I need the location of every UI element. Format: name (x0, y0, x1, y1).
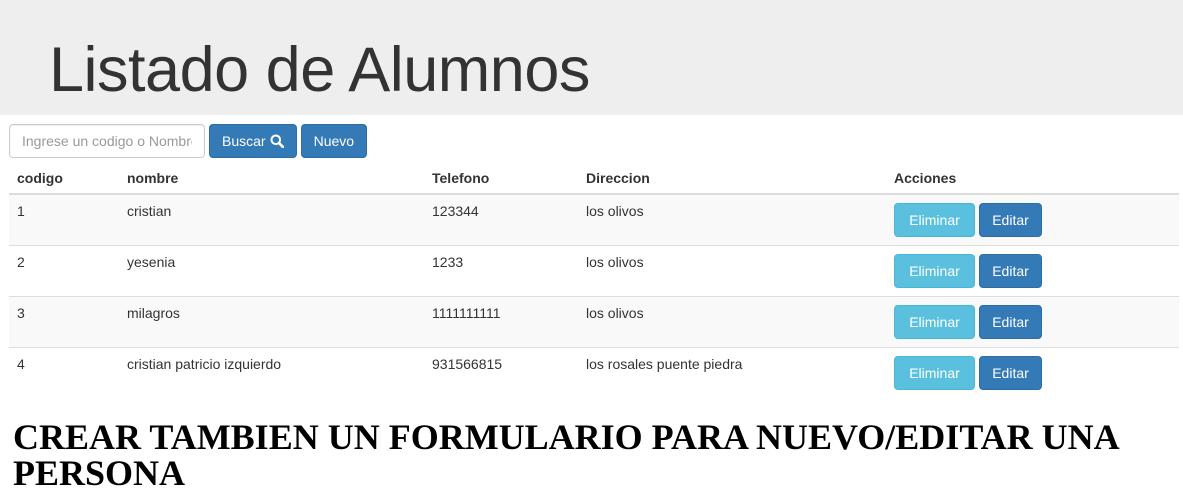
delete-button[interactable]: Eliminar (894, 305, 975, 339)
cell-nombre: yesenia (119, 245, 424, 297)
cell-telefono: 1111111111 (424, 296, 578, 348)
edit-button[interactable]: Editar (979, 356, 1042, 390)
column-header-telefono: Telefono (424, 158, 578, 195)
edit-button[interactable]: Editar (979, 254, 1042, 288)
search-icon (270, 134, 284, 148)
cell-direccion: los olivos (578, 193, 886, 246)
delete-button[interactable]: Eliminar (894, 356, 975, 390)
column-header-direccion: Direccion (578, 158, 886, 195)
cell-direccion: los olivos (578, 296, 886, 348)
cell-nombre: milagros (119, 296, 424, 348)
table-header-row: codigo nombre Telefono Direccion Accione… (9, 158, 1179, 195)
delete-button[interactable]: Eliminar (894, 203, 975, 237)
cell-codigo: 4 (9, 347, 119, 398)
search-button-label: Buscar (222, 133, 266, 149)
cell-acciones: Eliminar Editar (886, 296, 1179, 348)
students-table: codigo nombre Telefono Direccion Accione… (9, 158, 1179, 398)
column-header-acciones: Acciones (886, 158, 1179, 195)
cell-acciones: Eliminar Editar (886, 347, 1179, 398)
note-heading: CREAR TAMBIEN UN FORMULARIO PARA NUEVO/E… (13, 417, 1118, 493)
page-header: Listado de Alumnos (0, 0, 1183, 115)
cell-telefono: 931566815 (424, 347, 578, 398)
cell-codigo: 2 (9, 245, 119, 297)
column-header-nombre: nombre (119, 158, 424, 195)
edit-button[interactable]: Editar (979, 305, 1042, 339)
table-row: 4 cristian patricio izquierdo 931566815 … (9, 347, 1179, 398)
cell-codigo: 1 (9, 193, 119, 246)
cell-telefono: 1233 (424, 245, 578, 297)
delete-button[interactable]: Eliminar (894, 254, 975, 288)
cell-nombre: cristian patricio izquierdo (119, 347, 424, 398)
table-row: 3 milagros 1111111111 los olivos Elimina… (9, 296, 1179, 348)
page-title: Listado de Alumnos (49, 35, 590, 105)
column-header-codigo: codigo (9, 158, 119, 195)
cell-acciones: Eliminar Editar (886, 245, 1179, 297)
table-row: 2 yesenia 1233 los olivos Eliminar Edita… (9, 245, 1179, 297)
cell-direccion: los rosales puente piedra (578, 347, 886, 398)
new-button[interactable]: Nuevo (300, 124, 368, 158)
edit-button[interactable]: Editar (979, 203, 1042, 237)
cell-telefono: 123344 (424, 193, 578, 246)
cell-direccion: los olivos (578, 245, 886, 297)
search-button[interactable]: Buscar (209, 124, 297, 158)
students-table-container: codigo nombre Telefono Direccion Accione… (9, 158, 1179, 398)
table-row: 1 cristian 123344 los olivos Eliminar Ed… (9, 193, 1179, 246)
search-bar: Buscar Nuevo (9, 124, 368, 158)
cell-codigo: 3 (9, 296, 119, 348)
cell-acciones: Eliminar Editar (886, 193, 1179, 246)
cell-nombre: cristian (119, 193, 424, 246)
search-input[interactable] (9, 124, 205, 158)
